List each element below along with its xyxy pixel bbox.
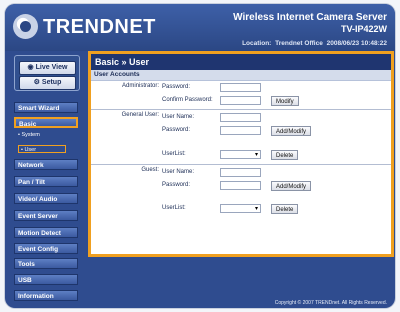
product-title: Wireless Internet Camera Server	[233, 12, 387, 23]
guest-username-input[interactable]	[220, 168, 261, 177]
nav-video-audio[interactable]: Video/ Audio	[14, 193, 78, 204]
live-view-button[interactable]: ◉ Live View	[19, 61, 76, 75]
general-userlist-select[interactable]: ▾	[220, 150, 261, 159]
nav-network[interactable]: Network	[14, 159, 78, 170]
admin-confirm-label: Confirm Password:	[162, 97, 213, 103]
guest-password-input[interactable]	[220, 181, 261, 190]
nav-smart-wizard[interactable]: Smart Wizard	[14, 102, 78, 113]
general-add-modify-button[interactable]: Add/Modify	[271, 126, 312, 136]
chevron-down-icon: ▾	[254, 206, 258, 212]
nav-information[interactable]: Information	[14, 290, 78, 301]
general-password-label: Password:	[162, 127, 191, 133]
brand-logo: TRENDNET	[43, 16, 156, 38]
guest-delete-button[interactable]: Delete	[271, 204, 299, 214]
general-password-input[interactable]	[220, 126, 261, 135]
guest-userlist-label: UserList:	[162, 205, 186, 211]
model-number: TV-IP422W	[340, 24, 387, 34]
guest-add-modify-button[interactable]: Add/Modify	[271, 181, 312, 191]
main-panel: Basic » User User Accounts Administrator…	[88, 51, 394, 257]
app-frame: TRENDNET Wireless Internet Camera Server…	[5, 4, 395, 308]
view-mode-box: ◉ Live View ⚙ Setup	[14, 55, 80, 91]
setup-label: Setup	[41, 79, 62, 86]
location-info: Location: Trendnet Office 2008/06/23 10:…	[240, 40, 387, 47]
gear-icon: ⚙	[33, 79, 40, 86]
admin-confirm-input[interactable]	[220, 96, 261, 105]
chevron-down-icon: ▾	[254, 152, 258, 158]
nav-tools[interactable]: Tools	[14, 258, 78, 269]
copyright: Copyright © 2007 TRENDnet. All Rights Re…	[274, 300, 387, 306]
timestamp: 2008/06/23 10:48:22	[326, 40, 387, 47]
sidebar: ◉ Live View ⚙ Setup Smart Wizard Basic • S…	[10, 52, 80, 302]
sub-item-user[interactable]: • User	[18, 145, 66, 153]
nav-event-config[interactable]: Event Config	[14, 243, 78, 254]
nav-usb[interactable]: USB	[14, 274, 78, 285]
guest-userlist-select[interactable]: ▾	[220, 204, 261, 213]
section-title: User Accounts	[91, 70, 391, 81]
page-title: Basic » User	[91, 54, 391, 70]
setup-button[interactable]: ⚙ Setup	[19, 76, 76, 90]
nav-motion-detect[interactable]: Motion Detect	[14, 227, 78, 238]
admin-password-input[interactable]	[220, 83, 261, 92]
general-user-row: General User: User Name: Password: Add/M…	[91, 110, 391, 165]
nav-event-server[interactable]: Event Server	[14, 210, 78, 221]
live-view-label: Live View	[35, 64, 68, 71]
general-delete-button[interactable]: Delete	[271, 150, 299, 160]
guest-username-label: User Name:	[162, 169, 195, 175]
nav-pan-tilt[interactable]: Pan / Tilt	[14, 176, 78, 187]
location-label: Location:	[242, 40, 272, 47]
general-userlist-label: UserList:	[162, 151, 186, 157]
eye-icon: ◉	[27, 64, 34, 71]
header: TRENDNET Wireless Internet Camera Server…	[5, 4, 395, 51]
guest-row: Guest: User Name: Password: Add/Modify U…	[91, 165, 391, 217]
modify-button[interactable]: Modify	[271, 96, 299, 106]
guest-password-label: Password:	[162, 182, 191, 188]
trendnet-logo-icon	[13, 14, 38, 39]
general-username-input[interactable]	[220, 113, 261, 122]
nav-basic[interactable]: Basic	[14, 117, 78, 128]
admin-password-label: Password:	[162, 84, 191, 90]
admin-label: Administrator:	[121, 83, 159, 89]
admin-row: Administrator: Password: Confirm Passwor…	[91, 81, 391, 110]
general-user-label: General User:	[121, 112, 159, 118]
location-value: Trendnet Office	[275, 40, 323, 47]
sub-item-system[interactable]: • System	[18, 131, 74, 139]
general-username-label: User Name:	[162, 114, 195, 120]
guest-label: Guest:	[141, 167, 159, 173]
